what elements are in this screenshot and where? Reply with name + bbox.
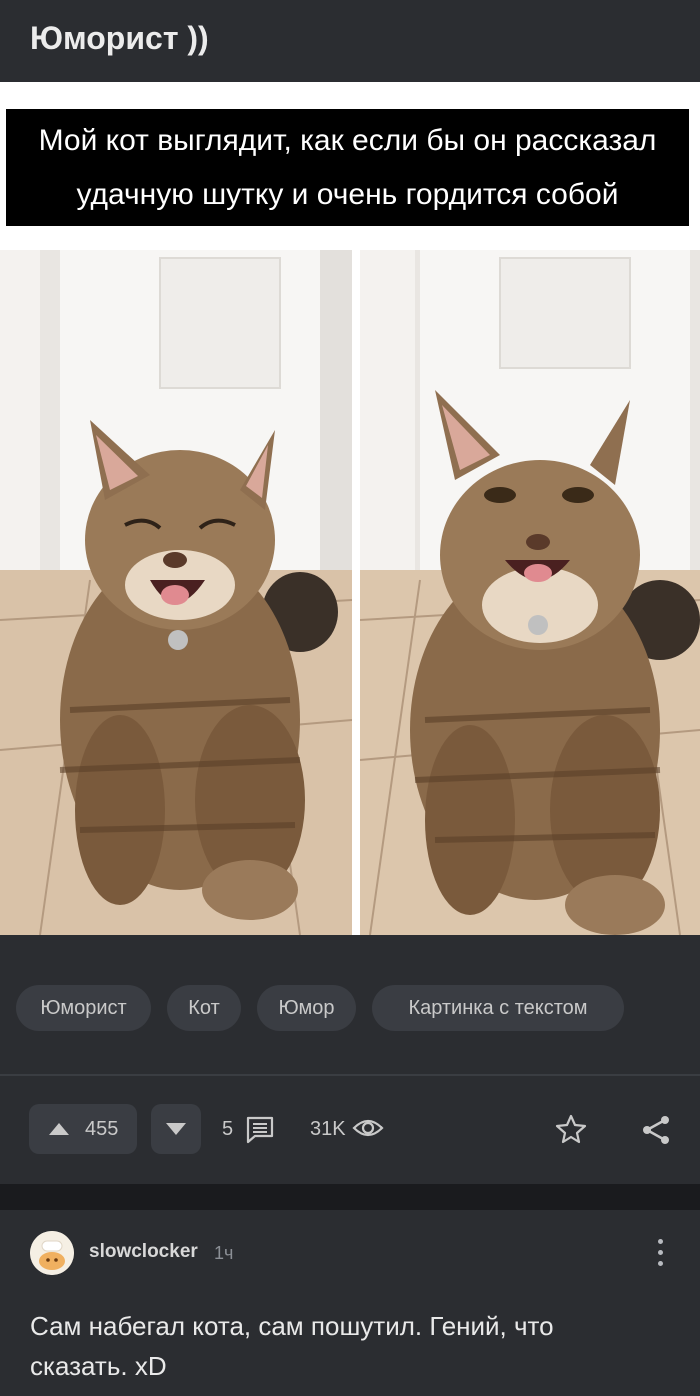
cat-photo-left xyxy=(0,250,352,935)
eye-icon xyxy=(352,1119,384,1137)
meme-caption-line-2: удачную шутку и очень гордится собой xyxy=(76,178,619,211)
downvote-button[interactable] xyxy=(151,1104,201,1154)
comment-time: 1ч xyxy=(214,1243,234,1263)
meme-caption-line-1: Мой кот выглядит, как если бы он рассказ… xyxy=(38,124,657,157)
post-title[interactable]: Юморист )) xyxy=(30,20,209,57)
tag-humor[interactable]: Юмор xyxy=(257,985,356,1031)
share-icon[interactable] xyxy=(640,1114,672,1146)
tag-cat[interactable]: Кот xyxy=(167,985,241,1031)
views-count: 31K xyxy=(310,1118,346,1140)
downvote-count: 5 xyxy=(222,1118,234,1140)
comments-icon[interactable] xyxy=(245,1116,275,1144)
upvote-button[interactable]: 455 xyxy=(29,1104,137,1154)
tag-humorist[interactable]: Юморист xyxy=(16,985,151,1031)
comments-separator xyxy=(0,1184,700,1210)
cat-photo-right xyxy=(360,250,700,935)
meme-caption: Мой кот выглядит, как если бы он рассказ… xyxy=(6,109,689,226)
star-icon[interactable] xyxy=(555,1114,587,1144)
more-options-icon[interactable] xyxy=(652,1236,668,1270)
post-header: Юморист )) xyxy=(0,0,700,82)
action-bar: 455 5 31K xyxy=(0,1076,700,1184)
arrow-up-icon xyxy=(49,1123,69,1135)
upvote-count: 455 xyxy=(85,1118,119,1140)
comment-author[interactable]: slowclocker xyxy=(89,1241,198,1263)
comment: slowclocker 1ч Сам набегал кота, сам пош… xyxy=(0,1210,700,1396)
tags-area: Юморист Кот Юмор Картинка с текстом xyxy=(0,935,700,1074)
post-image[interactable]: Мой кот выглядит, как если бы он рассказ… xyxy=(0,82,700,935)
avatar[interactable] xyxy=(30,1231,74,1275)
tag-picture-with-text[interactable]: Картинка с текстом xyxy=(372,985,624,1031)
arrow-down-icon xyxy=(166,1123,186,1135)
comment-text: Сам набегал кота, сам пошутил. Гений, чт… xyxy=(30,1311,554,1381)
